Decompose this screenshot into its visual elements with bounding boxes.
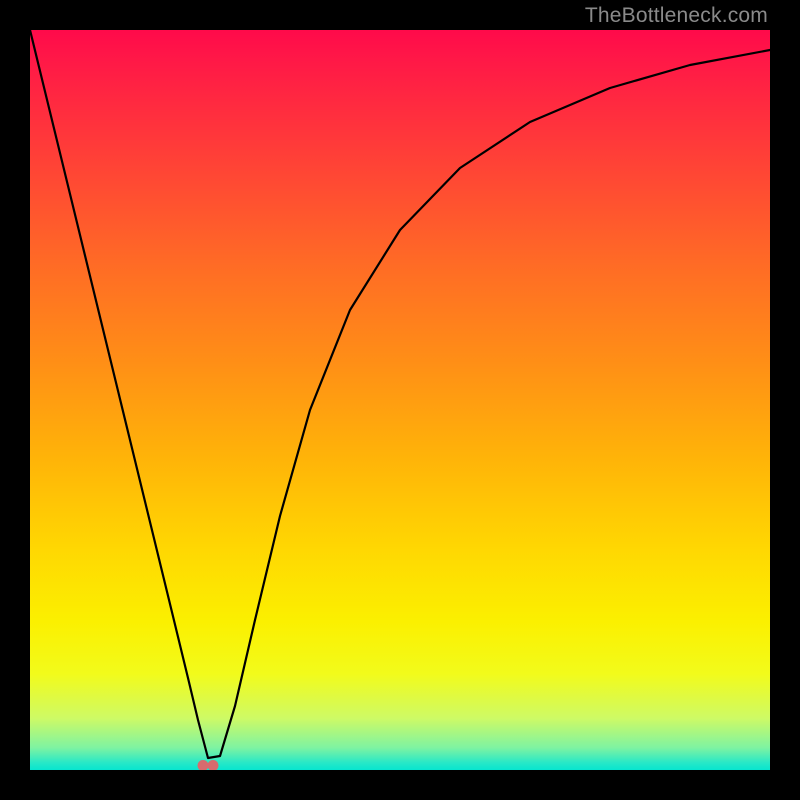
plot-area bbox=[30, 30, 770, 770]
min-dot-2 bbox=[208, 760, 219, 770]
watermark-text: TheBottleneck.com bbox=[585, 4, 768, 28]
chart-svg bbox=[30, 30, 770, 770]
min-dot-1 bbox=[198, 760, 209, 770]
curve-path bbox=[30, 30, 770, 758]
chart-frame: TheBottleneck.com bbox=[0, 0, 800, 800]
markers-group bbox=[198, 760, 219, 770]
